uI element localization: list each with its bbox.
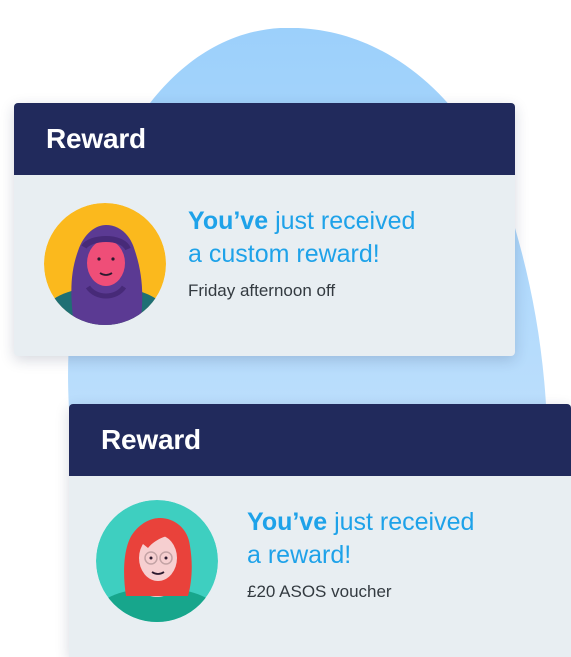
headline-bold: You’ve: [247, 508, 328, 536]
woman-hijab-avatar-icon: [44, 203, 166, 325]
reward-card-custom: Reward You’ve just received a custom rew…: [14, 103, 515, 356]
card-title: Reward: [101, 424, 201, 455]
headline: You’ve just received a reward!: [247, 506, 474, 572]
card-body: You’ve just received a reward! £20 ASOS …: [69, 476, 571, 657]
card-header: Reward: [14, 103, 515, 175]
card-body: You’ve just received a custom reward! Fr…: [14, 175, 515, 356]
headline-line2: a reward!: [247, 541, 352, 569]
headline-line1: just received: [275, 207, 416, 235]
reward-card-voucher: Reward You’ve just received a reward! £2…: [69, 404, 571, 657]
headline-bold: You’ve: [188, 207, 269, 235]
card-header: Reward: [69, 404, 571, 476]
headline: You’ve just received a custom reward!: [188, 205, 415, 271]
reward-detail: Friday afternoon off: [188, 281, 336, 300]
reward-detail: £20 ASOS voucher: [247, 582, 392, 601]
reward-message: You’ve just received a reward! £20 ASOS …: [247, 506, 474, 602]
woman-red-hair-avatar-icon: [96, 500, 218, 622]
reward-message: You’ve just received a custom reward! Fr…: [188, 205, 415, 301]
card-title: Reward: [46, 123, 146, 154]
headline-line1: just received: [334, 508, 475, 536]
headline-line2: a custom reward!: [188, 240, 380, 268]
